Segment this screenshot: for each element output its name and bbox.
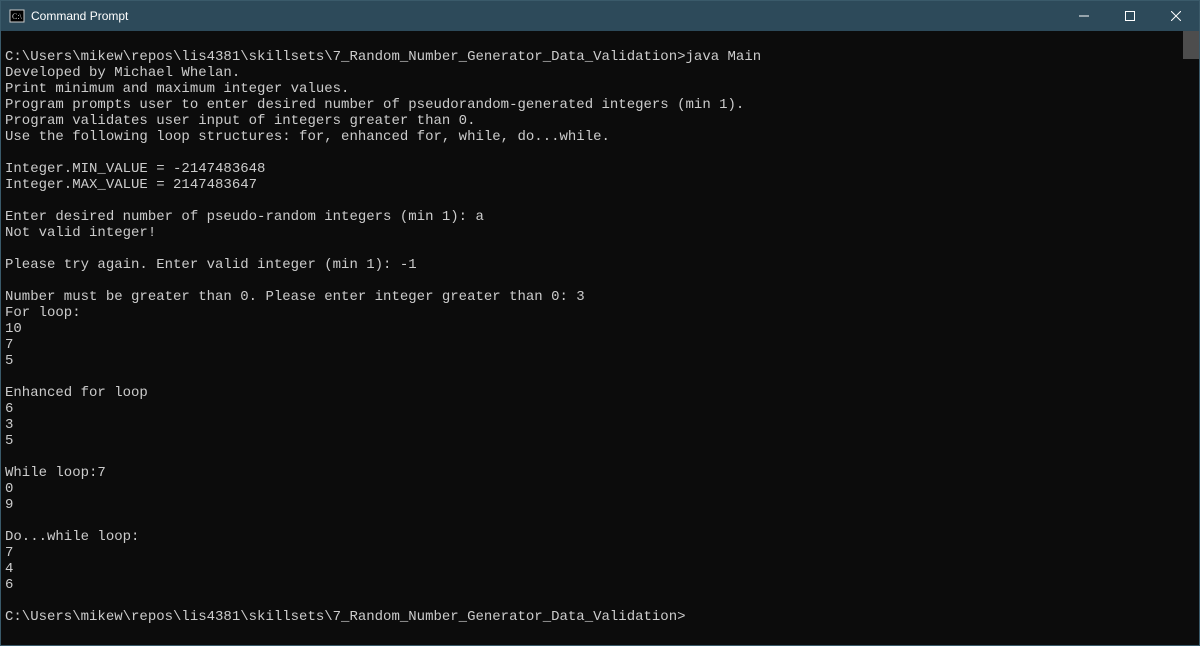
svg-text:C:\: C:\ [12,12,23,21]
maximize-button[interactable] [1107,1,1153,31]
command-prompt-window: C:\ Command Prompt C:\Users\mikew\repos\… [0,0,1200,646]
minimize-button[interactable] [1061,1,1107,31]
window-title: Command Prompt [31,9,128,23]
titlebar[interactable]: C:\ Command Prompt [1,1,1199,31]
window-controls [1061,1,1199,31]
close-button[interactable] [1153,1,1199,31]
terminal-area: C:\Users\mikew\repos\lis4381\skillsets\7… [1,31,1199,645]
scrollbar-thumb[interactable] [1183,31,1199,59]
vertical-scrollbar[interactable] [1183,31,1199,645]
terminal-output[interactable]: C:\Users\mikew\repos\lis4381\skillsets\7… [1,31,1183,645]
cmd-icon: C:\ [9,8,25,24]
